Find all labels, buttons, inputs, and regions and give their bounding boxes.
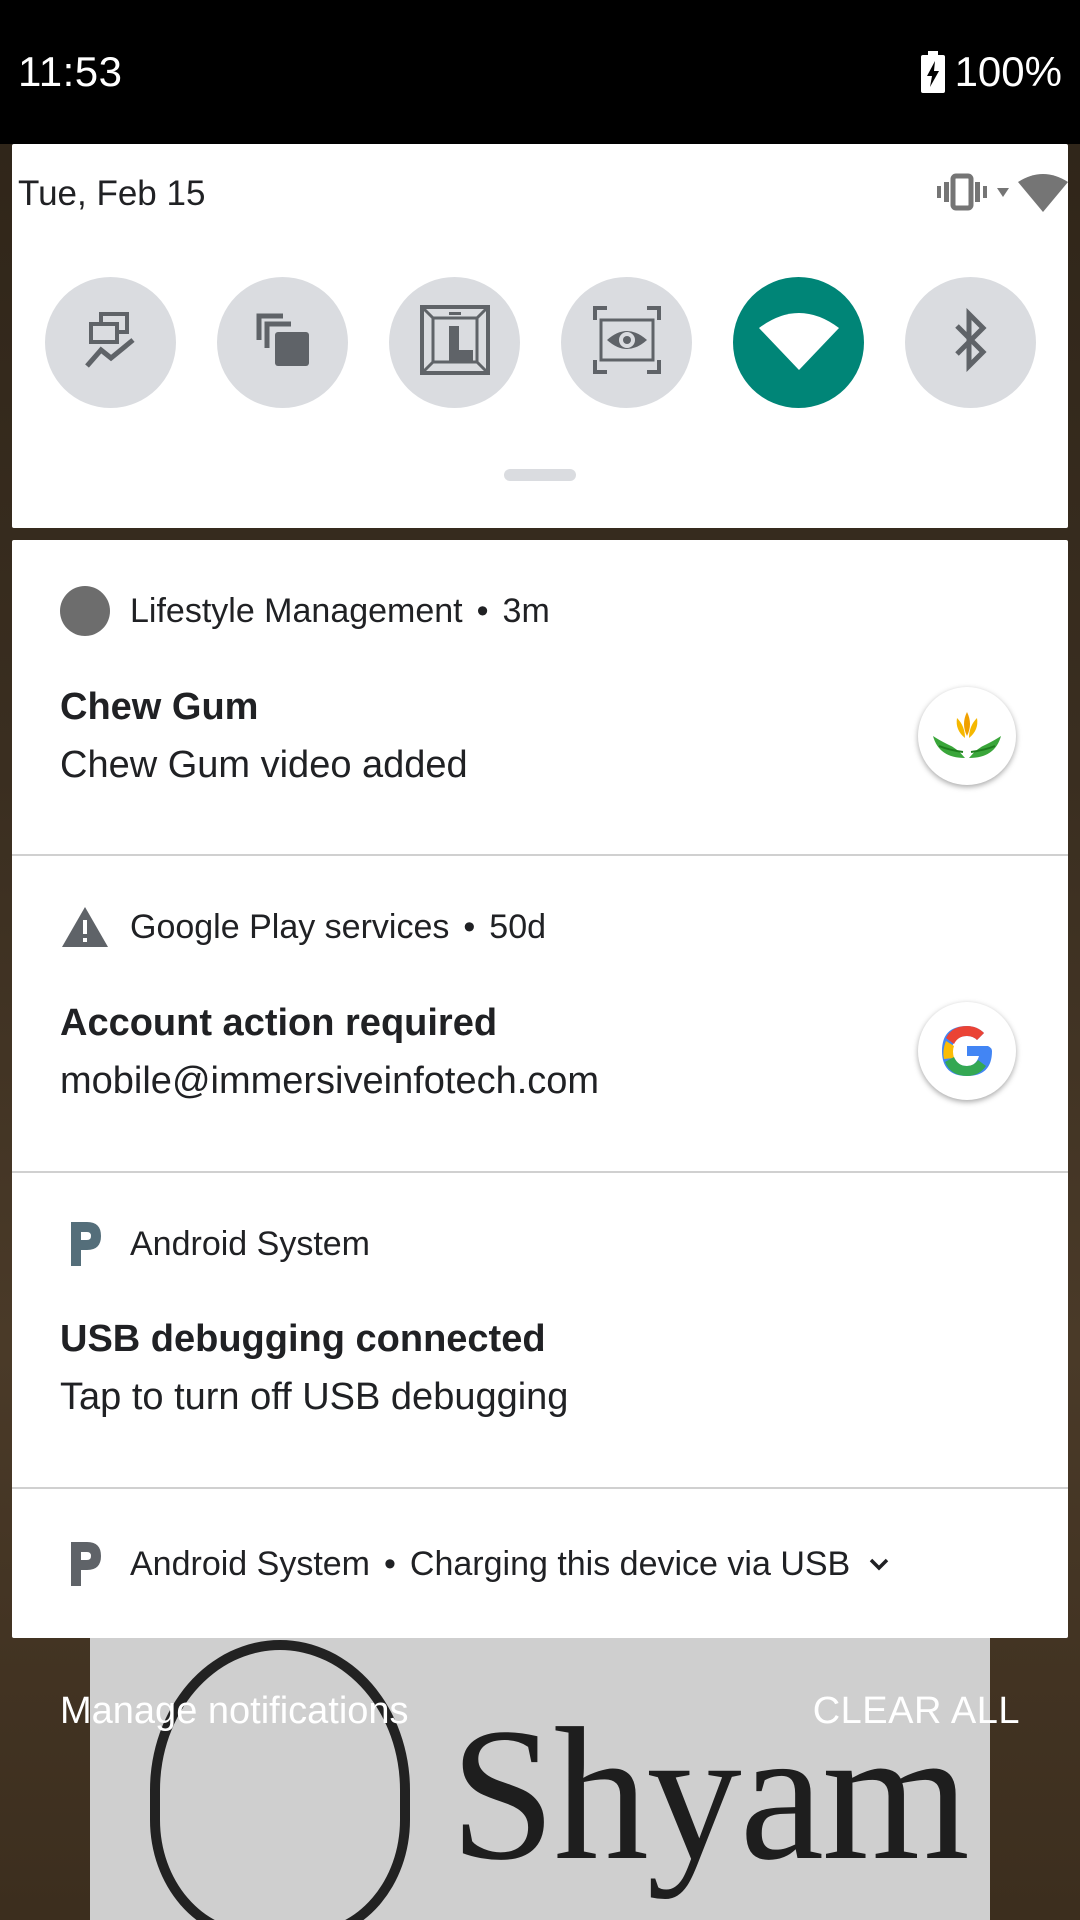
notification-google-play[interactable]: Google Play services • 50d Account actio…: [12, 856, 1068, 1173]
cast-screens-icon: [253, 310, 313, 375]
tile-data-usage[interactable]: [45, 277, 176, 408]
manage-notifications-button[interactable]: Manage notifications: [60, 1690, 409, 1733]
notification-app-name: Google Play services: [130, 907, 450, 946]
tile-layout-bounds[interactable]: [389, 277, 520, 408]
quick-settings-status-icons: [936, 172, 1068, 217]
lifestyle-logo-icon: [918, 687, 1016, 785]
circle-icon: [60, 586, 110, 636]
notification-time: 50d: [489, 907, 547, 946]
wifi-icon: [758, 310, 839, 375]
quick-settings-panel: Tue, Feb 15: [12, 144, 1068, 528]
notification-header: Android System: [60, 1219, 370, 1269]
status-right: 100%: [920, 48, 1062, 96]
notification-app-name: Android System: [130, 1544, 370, 1583]
layout-bounds-icon: [419, 304, 491, 381]
notification-header: Lifestyle Management • 3m: [60, 586, 550, 636]
notification-usb-debugging[interactable]: Android System USB debugging connected T…: [12, 1173, 1068, 1489]
notification-charging[interactable]: Android System • Charging this device vi…: [12, 1489, 1068, 1638]
notification-app-name: Android System: [130, 1224, 370, 1263]
clear-all-button[interactable]: CLEAR ALL: [813, 1690, 1020, 1733]
chevron-down-icon[interactable]: [868, 1557, 890, 1571]
tile-screen-view[interactable]: [561, 277, 692, 408]
quick-settings-tiles: [45, 277, 1036, 408]
tile-bluetooth[interactable]: [905, 277, 1036, 408]
notification-header: Google Play services • 50d: [60, 902, 546, 952]
notification-text: Tap to turn off USB debugging: [60, 1376, 569, 1418]
screen-view-icon: [591, 304, 663, 381]
notification-title: USB debugging connected: [60, 1318, 546, 1360]
notification-app-name: Lifestyle Management: [130, 591, 463, 630]
google-logo-icon: [918, 1002, 1016, 1100]
tile-wifi[interactable]: [733, 277, 864, 408]
warning-icon: [60, 902, 110, 952]
battery-percentage: 100%: [954, 48, 1062, 95]
notification-time: 3m: [502, 591, 550, 630]
separator-dot: •: [384, 1544, 396, 1583]
data-usage-icon: [83, 310, 139, 375]
vibrate-icon: [936, 172, 988, 217]
notification-title: Account action required: [60, 1002, 498, 1044]
notification-text: Chew Gum video added: [60, 744, 468, 786]
wallpaper-ornament: [150, 1640, 410, 1920]
tile-cast[interactable]: [217, 277, 348, 408]
status-bar: 11:53 100%: [0, 0, 1080, 144]
quick-settings-date[interactable]: Tue, Feb 15: [18, 174, 205, 214]
android-p-icon: [60, 1219, 110, 1269]
android-p-icon: [60, 1539, 110, 1589]
separator-dot: •: [463, 907, 476, 946]
signal-arrow-icon: [996, 185, 1010, 204]
notification-header: Android System • Charging this device vi…: [60, 1539, 890, 1589]
notification-lifestyle[interactable]: Lifestyle Management • 3m Chew Gum Chew …: [12, 540, 1068, 856]
wifi-status-icon: [1018, 172, 1068, 217]
quick-settings-drag-handle[interactable]: [504, 469, 576, 481]
notification-summary: Charging this device via USB: [409, 1544, 851, 1583]
notification-title: Chew Gum: [60, 686, 259, 728]
notification-text: mobile@immersiveinfotech.com: [60, 1060, 600, 1102]
separator-dot: •: [476, 591, 489, 630]
battery-charging-icon: [920, 51, 945, 93]
status-time: 11:53: [18, 48, 123, 95]
bluetooth-icon: [951, 307, 991, 377]
notification-list: Lifestyle Management • 3m Chew Gum Chew …: [12, 540, 1068, 1638]
